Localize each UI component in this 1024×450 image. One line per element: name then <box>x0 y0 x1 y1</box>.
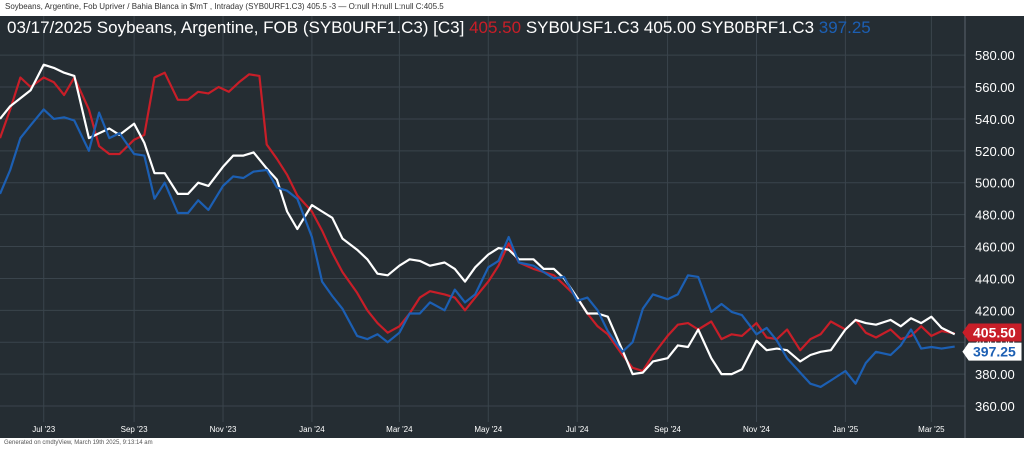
y-tick-label: 560.00 <box>975 80 1015 95</box>
title-value-red: 405.50 <box>469 18 522 37</box>
series-line-syb0urf1-c3 <box>0 71 955 373</box>
x-tick-label: Mar '24 <box>386 425 413 434</box>
x-tick-label: Nov '23 <box>210 425 237 434</box>
y-tick-label: 460.00 <box>975 240 1015 255</box>
series-lines <box>0 63 956 388</box>
y-tick-label: 580.00 <box>975 48 1015 63</box>
generated-footer: Generated on cmdtyView, March 19th 2025,… <box>4 440 153 446</box>
y-tick-label: 520.00 <box>975 144 1015 159</box>
x-tick-label: Sep '24 <box>654 425 681 434</box>
y-axis: 360.00380.00400.00420.00440.00460.00480.… <box>964 16 1015 438</box>
x-tick-label: Jan '24 <box>299 425 325 434</box>
x-tick-label: Jul '23 <box>32 425 55 434</box>
last-value-tag-label: 405.50 <box>973 324 1016 340</box>
y-tick-label: 480.00 <box>975 208 1015 223</box>
price-chart[interactable]: 360.00380.00400.00420.00440.00460.00480.… <box>0 16 1024 438</box>
series-line-syb0usf1-c3 <box>0 63 956 376</box>
title-value-blue: 397.25 <box>818 18 871 37</box>
chart-info-text: Soybeans, Argentine, Fob Upriver / Bahia… <box>5 2 444 11</box>
y-tick-label: 440.00 <box>975 271 1015 286</box>
title-middle: SYB0USF1.C3 405.00 SYB0BRF1.C3 <box>525 18 815 37</box>
y-tick-label: 500.00 <box>975 176 1015 191</box>
y-tick-label: 420.00 <box>975 303 1015 318</box>
x-tick-label: Nov '24 <box>743 425 770 434</box>
x-tick-label: Jan '25 <box>833 425 859 434</box>
title-prefix: 03/17/2025 Soybeans, Argentine, FOB (SYB… <box>7 18 465 37</box>
x-tick-label: May '24 <box>474 425 502 434</box>
x-tick-label: Sep '23 <box>121 425 148 434</box>
grid-lines <box>0 16 965 422</box>
y-tick-label: 380.00 <box>975 367 1015 382</box>
last-value-tag-label: 397.25 <box>973 344 1016 360</box>
y-tick-label: 360.00 <box>975 399 1015 414</box>
chart-info-bar: Soybeans, Argentine, Fob Upriver / Bahia… <box>0 0 1024 17</box>
chart-title: 03/17/2025 Soybeans, Argentine, FOB (SYB… <box>7 18 871 38</box>
x-axis: Jul '23 Sep '23 Nov '23 Jan '24 Mar '24 May '… <box>32 425 945 434</box>
x-tick-label: Mar '25 <box>918 425 945 434</box>
y-tick-label: 540.00 <box>975 112 1015 127</box>
chart-panel[interactable]: 360.00380.00400.00420.00440.00460.00480.… <box>0 16 1024 438</box>
x-tick-label: Jul '24 <box>566 425 589 434</box>
